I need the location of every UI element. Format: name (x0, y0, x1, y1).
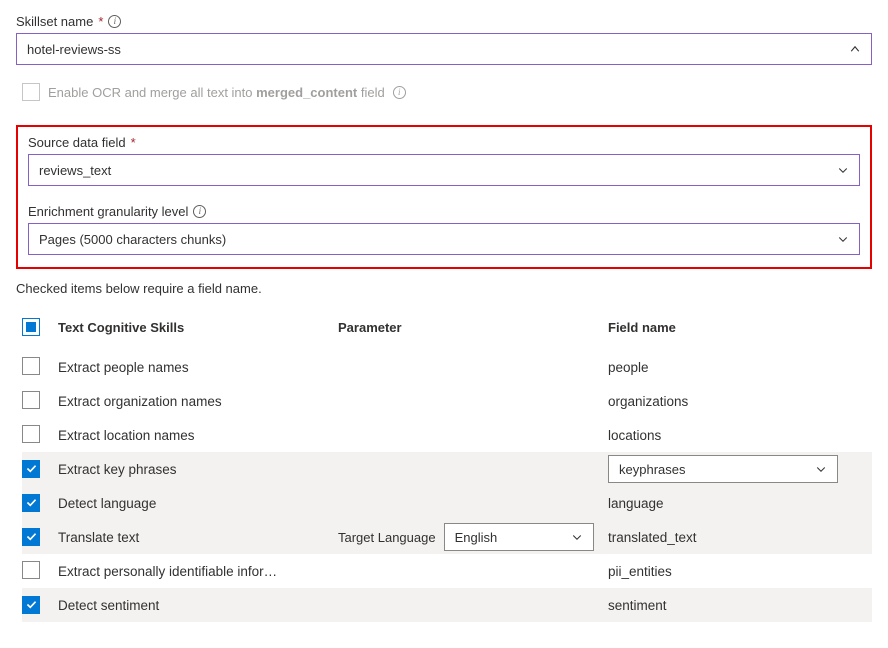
field-name-select[interactable]: keyphrases (608, 455, 838, 483)
required-marker: * (131, 135, 136, 150)
target-language-value: English (455, 530, 498, 545)
info-icon[interactable]: i (193, 205, 206, 218)
column-header-skill: Text Cognitive Skills (58, 320, 338, 335)
field-name-cell: locations (608, 428, 858, 443)
skill-checkbox[interactable] (22, 561, 40, 579)
column-header-fieldname: Field name (608, 320, 858, 335)
chevron-down-icon (815, 463, 827, 475)
select-all-checkbox[interactable] (22, 318, 40, 336)
target-language-select[interactable]: English (444, 523, 594, 551)
field-name-value: keyphrases (619, 462, 685, 477)
info-icon[interactable]: i (393, 86, 406, 99)
skill-row: Extract key phrases keyphrases (22, 452, 872, 486)
enable-ocr-row: Enable OCR and merge all text into merge… (22, 83, 872, 101)
checked-items-hint: Checked items below require a field name… (16, 281, 872, 296)
skill-row: Extract people names people (22, 350, 872, 384)
skill-checkbox[interactable] (22, 494, 40, 512)
skill-label: Extract key phrases (58, 462, 338, 477)
field-name-cell: people (608, 360, 858, 375)
skills-table-header: Text Cognitive Skills Parameter Field na… (22, 310, 872, 344)
field-name-cell: pii_entities (608, 564, 858, 579)
skill-row: Extract personally identifiable infor… pi… (22, 554, 872, 588)
skill-row: Extract location names locations (22, 418, 872, 452)
skill-row: Translate textTarget Language English tran… (22, 520, 872, 554)
granularity-label: Enrichment granularity level i (28, 204, 860, 219)
field-name-cell: organizations (608, 394, 858, 409)
skill-label: Extract personally identifiable infor… (58, 564, 338, 579)
skill-label: Extract people names (58, 360, 338, 375)
granularity-select[interactable]: Pages (5000 characters chunks) (28, 223, 860, 255)
skill-label: Extract organization names (58, 394, 338, 409)
highlighted-section: Source data field * reviews_text Enrichm… (16, 125, 872, 269)
field-name-cell: translated_text (608, 530, 858, 545)
skill-checkbox[interactable] (22, 528, 40, 546)
skillset-name-label: Skillset name * i (16, 14, 872, 29)
skill-row: Extract organization names organizations (22, 384, 872, 418)
skill-label: Detect language (58, 496, 338, 511)
field-name-cell: keyphrases (608, 455, 858, 483)
skills-table: Text Cognitive Skills Parameter Field na… (22, 310, 872, 622)
chevron-down-icon (849, 43, 861, 55)
skill-label: Detect sentiment (58, 598, 338, 613)
field-name-cell: language (608, 496, 858, 511)
skillset-name-select[interactable]: hotel-reviews-ss (16, 33, 872, 65)
info-icon[interactable]: i (108, 15, 121, 28)
granularity-value: Pages (5000 characters chunks) (39, 232, 226, 247)
field-name-cell: sentiment (608, 598, 858, 613)
skill-checkbox[interactable] (22, 596, 40, 614)
skill-checkbox[interactable] (22, 391, 40, 409)
skill-checkbox[interactable] (22, 425, 40, 443)
skillset-name-value: hotel-reviews-ss (27, 42, 121, 57)
target-language-label: Target Language (338, 530, 436, 545)
skill-checkbox[interactable] (22, 357, 40, 375)
skill-row: Detect sentiment sentiment (22, 588, 872, 622)
chevron-down-icon (837, 164, 849, 176)
column-header-parameter: Parameter (338, 320, 608, 335)
source-data-field-label: Source data field * (28, 135, 860, 150)
chevron-down-icon (571, 531, 583, 543)
skill-parameter-cell: Target Language English (338, 523, 608, 551)
skill-checkbox[interactable] (22, 460, 40, 478)
chevron-down-icon (837, 233, 849, 245)
skill-label: Translate text (58, 530, 338, 545)
source-data-field-value: reviews_text (39, 163, 111, 178)
source-data-field-select[interactable]: reviews_text (28, 154, 860, 186)
enable-ocr-checkbox (22, 83, 40, 101)
required-marker: * (98, 14, 103, 29)
enable-ocr-label: Enable OCR and merge all text into merge… (48, 85, 385, 100)
skill-row: Detect language language (22, 486, 872, 520)
skill-label: Extract location names (58, 428, 338, 443)
